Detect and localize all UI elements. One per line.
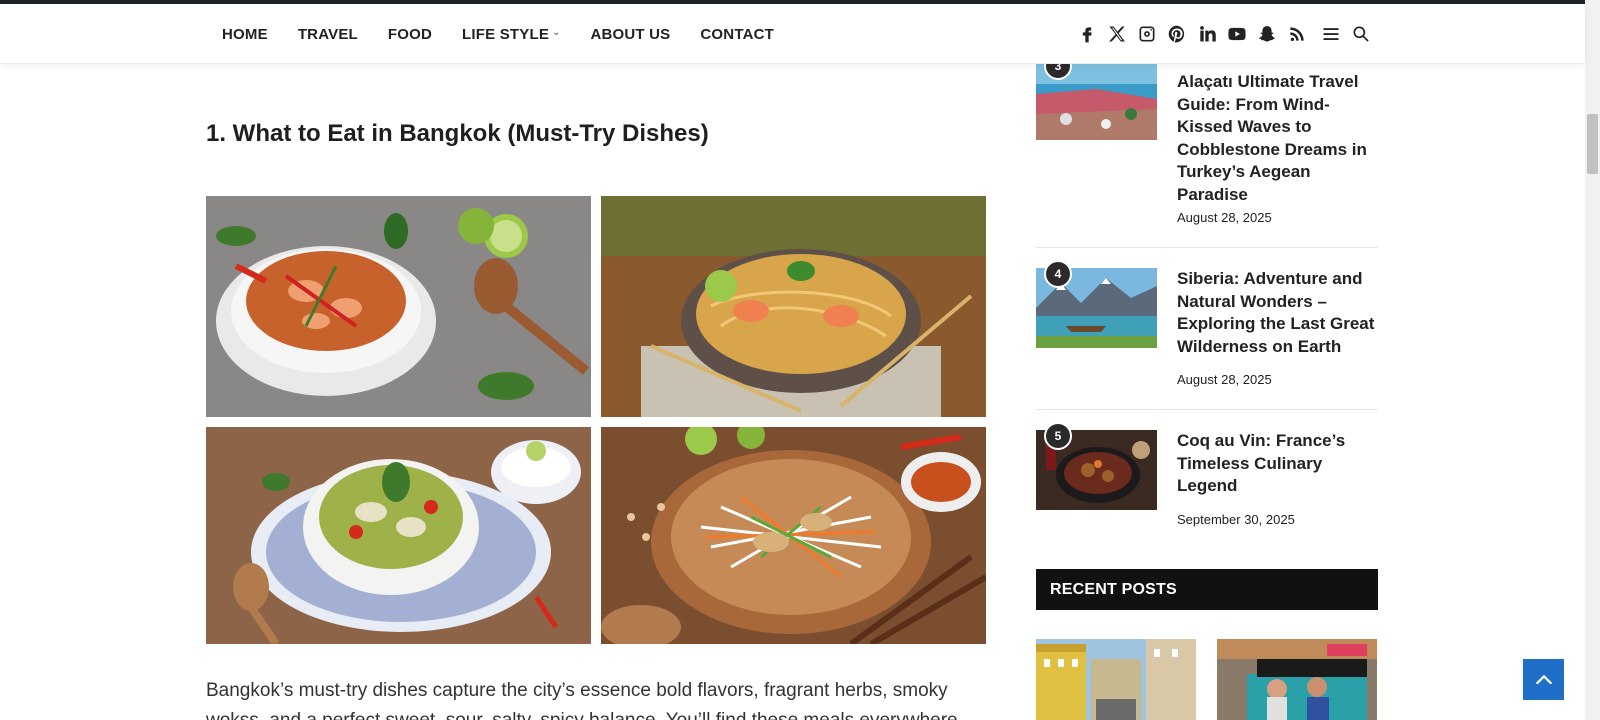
popular-post-title[interactable]: Coq au Vin: France’s Timeless Culinary L…: [1177, 430, 1377, 498]
nav-life-style-label[interactable]: LIFE STYLE: [462, 26, 549, 43]
primary-menu: HOME TRAVEL FOOD LIFE STYLE ⌄ ABOUT US C…: [222, 4, 774, 64]
rss-icon[interactable]: [1286, 23, 1308, 45]
nav-home[interactable]: HOME: [222, 26, 268, 43]
recent-post-thumbnail-city[interactable]: [1036, 639, 1196, 720]
nav-travel[interactable]: TRAVEL: [298, 26, 358, 43]
rank-badge: 4: [1044, 260, 1072, 288]
back-to-top-button[interactable]: [1523, 659, 1564, 700]
nav-contact[interactable]: CONTACT: [700, 26, 774, 43]
pad-thai-noodles-image[interactable]: [601, 196, 986, 417]
rank-badge: 5: [1044, 422, 1072, 450]
popular-post-5[interactable]: 5 Coq au Vin: France’s Timeless Culinary…: [1036, 422, 1378, 540]
popular-post-date: September 30, 2025: [1177, 512, 1295, 527]
nav-about-us[interactable]: ABOUT US: [590, 26, 670, 43]
article-paragraph: Bangkok’s must-try dishes capture the ci…: [206, 680, 958, 720]
page-scrollbar[interactable]: [1585, 0, 1600, 720]
facebook-icon[interactable]: [1076, 23, 1098, 45]
instagram-icon[interactable]: [1136, 23, 1158, 45]
menu-icon[interactable]: [1320, 23, 1342, 45]
chevron-down-icon: ⌄: [552, 26, 561, 38]
x-icon[interactable]: [1106, 23, 1128, 45]
youtube-icon[interactable]: [1226, 23, 1248, 45]
main-navbar: HOME TRAVEL FOOD LIFE STYLE ⌄ ABOUT US C…: [0, 4, 1585, 64]
chevron-up-icon: [1535, 674, 1552, 684]
food-gallery: [206, 196, 986, 644]
linkedin-icon[interactable]: [1196, 23, 1218, 45]
nav-life-style[interactable]: LIFE STYLE ⌄: [462, 26, 560, 43]
nav-food[interactable]: FOOD: [388, 26, 432, 43]
popular-post-4[interactable]: 4 Siberia: Adventure and Natural Wonders…: [1036, 260, 1378, 388]
green-curry-image[interactable]: [206, 427, 591, 644]
popular-post-3[interactable]: 3 Alaçatı Ultimate Travel Guide: From Wi…: [1036, 52, 1378, 234]
recent-posts-header: RECENT POSTS: [1036, 569, 1378, 610]
sidebar-divider: [1036, 247, 1378, 248]
sidebar-divider: [1036, 409, 1378, 410]
tom-yum-soup-image[interactable]: [206, 196, 591, 417]
recent-posts-title: RECENT POSTS: [1050, 580, 1177, 598]
pinterest-icon[interactable]: [1166, 23, 1188, 45]
snapchat-icon[interactable]: [1256, 23, 1278, 45]
popular-post-date: August 28, 2025: [1177, 372, 1272, 387]
popular-post-title[interactable]: Siberia: Adventure and Natural Wonders –…: [1177, 268, 1377, 358]
section-heading: 1. What to Eat in Bangkok (Must-Try Dish…: [206, 120, 709, 147]
popular-post-date: August 28, 2025: [1177, 210, 1272, 225]
scrollbar-thumb[interactable]: [1587, 114, 1598, 174]
search-icon[interactable]: [1350, 23, 1372, 45]
papaya-salad-image[interactable]: [601, 427, 986, 644]
recent-post-thumbnail-tuk-tuk[interactable]: [1217, 639, 1377, 720]
social-icons: [1076, 4, 1372, 64]
popular-post-title[interactable]: Alaçatı Ultimate Travel Guide: From Wind…: [1177, 71, 1377, 206]
